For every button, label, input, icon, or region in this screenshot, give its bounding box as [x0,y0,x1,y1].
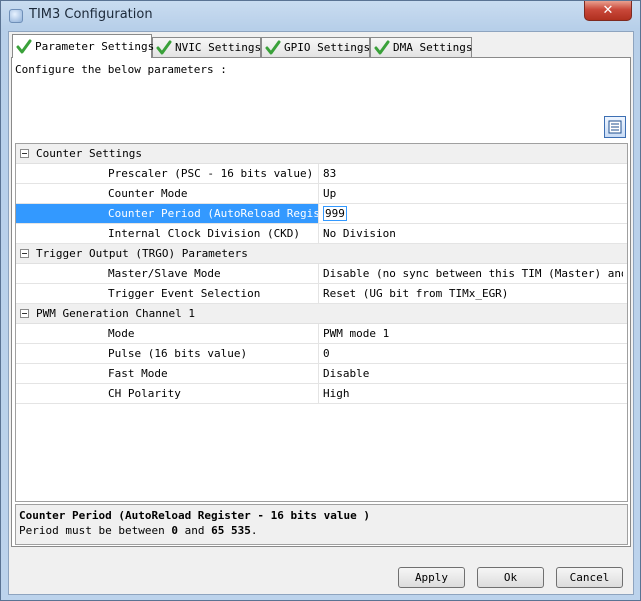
param-value[interactable]: No Division [323,224,623,243]
parameter-settings-panel: Configure the below parameters : Counter… [11,57,631,547]
param-row-counter-mode[interactable]: Counter Mode Up [16,184,627,204]
list-view-icon [608,120,622,134]
app-icon [9,9,23,23]
param-row-ch-polarity[interactable]: CH Polarity High [16,384,627,404]
tab-label: GPIO Settings [284,41,371,54]
param-row-prescaler[interactable]: Prescaler (PSC - 16 bits value) 83 [16,164,627,184]
param-name: Trigger Event Selection [16,284,319,303]
category-pwm-channel-1[interactable]: PWM Generation Channel 1 [16,304,627,324]
param-row-master-slave-mode[interactable]: Master/Slave Mode Disable (no sync betwe… [16,264,627,284]
collapse-icon[interactable] [20,149,29,158]
collapse-icon[interactable] [20,309,29,318]
param-name: Master/Slave Mode [16,264,319,283]
param-value[interactable]: High [323,384,623,403]
param-name: CH Polarity [16,384,319,403]
param-name: Fast Mode [16,364,319,383]
range-min: 0 [171,524,178,537]
description-prefix: Period must be between [19,524,172,537]
collapse-icon[interactable] [20,249,29,258]
param-value[interactable]: Reset (UG bit from TIMx_EGR) [323,284,623,303]
tab-parameter-settings[interactable]: Parameter Settings [12,34,155,58]
param-name: Counter Period (AutoReload Regis... [16,204,319,223]
view-toggle-button[interactable] [604,116,626,138]
apply-button[interactable]: Apply [398,567,465,588]
check-icon [374,40,390,55]
close-button[interactable]: ✕ [584,1,632,21]
window-title: TIM3 Configuration [29,7,153,22]
description-title: Counter Period (AutoReload Register - 16… [19,509,370,522]
category-label: PWM Generation Channel 1 [36,307,195,320]
title-bar[interactable]: TIM3 Configuration ✕ [1,1,640,31]
grid-empty-area [16,404,627,501]
check-icon [265,40,281,55]
param-value-editor[interactable]: 999 [323,204,623,223]
tab-label: Parameter Settings [35,40,155,53]
intro-text: Configure the below parameters : [15,63,227,76]
param-row-pulse[interactable]: Pulse (16 bits value) 0 [16,344,627,364]
property-grid: Counter Settings Prescaler (PSC - 16 bit… [15,143,628,502]
check-icon [156,40,172,55]
param-row-fast-mode[interactable]: Fast Mode Disable [16,364,627,384]
tab-gpio-settings[interactable]: GPIO Settings [261,37,370,57]
param-row-clock-division[interactable]: Internal Clock Division (CKD) No Divisio… [16,224,627,244]
category-label: Trigger Output (TRGO) Parameters [36,247,248,260]
param-value[interactable]: Disable (no sync between this TIM (Maste… [323,264,623,283]
category-trigger-output[interactable]: Trigger Output (TRGO) Parameters [16,244,627,264]
param-name: Prescaler (PSC - 16 bits value) [16,164,319,183]
param-name: Pulse (16 bits value) [16,344,319,363]
category-label: Counter Settings [36,147,142,160]
description-text: Period must be between 0 and 65 535. [19,524,257,537]
param-row-mode[interactable]: Mode PWM mode 1 [16,324,627,344]
tab-nvic-settings[interactable]: NVIC Settings [152,37,261,57]
dialog-client-area: Parameter Settings NVIC Settings GPIO Se… [8,31,634,595]
param-value[interactable]: Up [323,184,623,203]
tab-label: DMA Settings [393,41,473,54]
param-name: Counter Mode [16,184,319,203]
param-value[interactable]: PWM mode 1 [323,324,623,343]
param-row-counter-period[interactable]: Counter Period (AutoReload Regis... 999 [16,204,627,224]
tim3-configuration-dialog: TIM3 Configuration ✕ Parameter Settings … [0,0,641,601]
param-value[interactable]: 0 [323,344,623,363]
description-mid: and [177,524,212,537]
param-name: Internal Clock Division (CKD) [16,224,319,243]
tab-label: NVIC Settings [175,41,262,54]
description-suffix: . [250,524,258,537]
range-max: 65 535 [211,524,251,537]
param-name: Mode [16,324,319,343]
cancel-button[interactable]: Cancel [556,567,623,588]
param-value-input[interactable]: 999 [323,206,347,221]
description-panel: Counter Period (AutoReload Register - 16… [15,504,628,545]
ok-button[interactable]: Ok [477,567,544,588]
param-row-trigger-event-selection[interactable]: Trigger Event Selection Reset (UG bit fr… [16,284,627,304]
category-counter-settings[interactable]: Counter Settings [16,144,627,164]
param-value[interactable]: Disable [323,364,623,383]
tab-dma-settings[interactable]: DMA Settings [370,37,472,57]
check-icon [16,39,32,54]
param-value[interactable]: 83 [323,164,623,183]
